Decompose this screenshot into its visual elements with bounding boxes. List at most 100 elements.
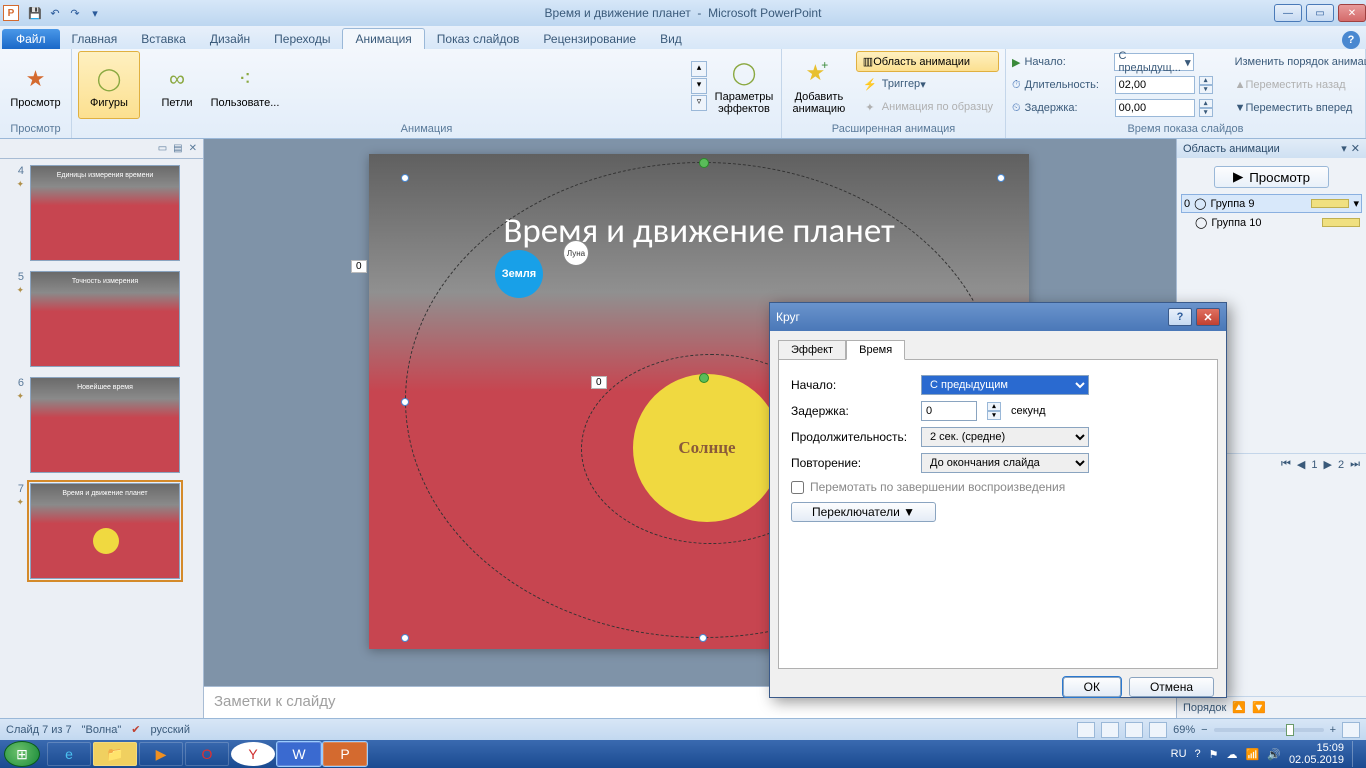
trigger-button[interactable]: ⚡ Триггер ▾ [856, 73, 999, 95]
tray-volume-icon[interactable]: 🔊 [1267, 748, 1281, 761]
zoom-label[interactable]: 69% [1173, 724, 1195, 736]
timeline-bar[interactable] [1311, 199, 1349, 208]
duration-up[interactable]: ▴ [1199, 76, 1213, 85]
nav-first-icon[interactable]: ⏮ [1281, 458, 1291, 471]
tab-view[interactable]: Вид [648, 29, 694, 49]
anim-pane-menu-icon[interactable]: ▾ [1341, 142, 1347, 155]
slide-thumb-4[interactable]: Единицы измерения времени [30, 165, 180, 261]
tab-insert[interactable]: Вставка [129, 29, 198, 49]
nav-next-icon[interactable]: ▶ [1324, 458, 1332, 471]
fit-slide-icon[interactable] [1342, 722, 1360, 738]
anim-pane-play-button[interactable]: ▶ Просмотр [1214, 166, 1329, 188]
nav-last-icon[interactable]: ⏭ [1350, 458, 1360, 471]
delay-up[interactable]: ▴ [1199, 99, 1213, 108]
timeline-bar[interactable] [1322, 218, 1360, 227]
qat-customize-icon[interactable]: ▾ [86, 4, 104, 22]
dlg-delay-down[interactable]: ▾ [987, 411, 1001, 420]
undo-icon[interactable]: ↶ [46, 4, 64, 22]
animation-pane-button[interactable]: ▥ Область анимации [856, 51, 999, 72]
dlg-delay-input[interactable] [921, 401, 977, 421]
tray-network-icon[interactable]: 📶 [1246, 748, 1260, 761]
language-label[interactable]: русский [151, 724, 190, 736]
slideshow-view-icon[interactable] [1149, 722, 1167, 738]
move-down-icon[interactable]: 🔽 [1252, 701, 1266, 714]
selection-handle[interactable] [401, 634, 409, 642]
tray-help-icon[interactable]: ? [1195, 748, 1201, 760]
gallery-more-icon[interactable]: ▿ [691, 95, 707, 111]
task-yandex[interactable]: Y [231, 742, 275, 766]
tab-animation[interactable]: Анимация [342, 28, 424, 49]
timing-duration-input[interactable] [1115, 76, 1195, 94]
zoom-in-icon[interactable]: + [1330, 724, 1336, 736]
effect-shapes[interactable]: ◯ Фигуры [78, 51, 140, 119]
slide-thumb-5[interactable]: Точность измерения [30, 271, 180, 367]
task-ie[interactable]: e [47, 742, 91, 766]
duration-down[interactable]: ▾ [1199, 85, 1213, 94]
sun-shape[interactable]: Солнце [633, 374, 781, 522]
item-menu-icon[interactable]: ▾ [1353, 197, 1359, 210]
slide-thumb-6[interactable]: Новейшее время [30, 377, 180, 473]
earth-shape[interactable]: Земля [495, 250, 543, 298]
start-button[interactable]: ⊞ [4, 741, 40, 767]
task-opera[interactable]: O [185, 742, 229, 766]
anim-item-0[interactable]: 0 ◯ Группа 9 ▾ [1181, 194, 1362, 213]
gallery-up-icon[interactable]: ▴ [691, 61, 707, 77]
dlg-delay-up[interactable]: ▴ [987, 402, 1001, 411]
selection-handle[interactable] [401, 398, 409, 406]
moon-shape[interactable]: Луна [563, 240, 589, 266]
slides-tab-icon[interactable]: ▤ [173, 143, 182, 154]
animation-painter-button[interactable]: ✦ Анимация по образцу [856, 96, 999, 118]
anim-pane-close-icon[interactable]: ✕ [1351, 142, 1360, 155]
save-icon[interactable]: 💾 [26, 4, 44, 22]
dlg-duration-select[interactable]: 2 сек. (средне) [921, 427, 1089, 447]
effect-options-button[interactable]: ◯ Параметры эффектов [713, 51, 775, 119]
slide-thumb-7[interactable]: Время и движение планет [30, 483, 180, 579]
preview-button[interactable]: ★ Просмотр [6, 51, 65, 119]
dialog-cancel-button[interactable]: Отмена [1129, 677, 1214, 697]
selection-handle[interactable] [699, 634, 707, 642]
move-up-icon[interactable]: 🔼 [1232, 701, 1246, 714]
file-tab[interactable]: Файл [2, 29, 60, 49]
tray-lang[interactable]: RU [1171, 748, 1187, 760]
task-word[interactable]: W [277, 742, 321, 766]
effect-custom[interactable]: ⁖ Пользовате... [214, 51, 276, 119]
restore-button[interactable]: ▭ [1306, 4, 1334, 22]
task-powerpoint[interactable]: P [323, 742, 367, 766]
minimize-button[interactable]: — [1274, 4, 1302, 22]
dialog-tab-timing[interactable]: Время [846, 340, 905, 360]
tab-home[interactable]: Главная [60, 29, 130, 49]
path-arrow-icon[interactable] [699, 373, 709, 383]
timing-start-combo[interactable]: С предыдущ...▾ [1114, 53, 1194, 71]
zoom-slider[interactable] [1214, 728, 1324, 732]
dialog-titlebar[interactable]: Круг ? ✕ [770, 303, 1226, 331]
zoom-out-icon[interactable]: − [1201, 724, 1207, 736]
dialog-help-button[interactable]: ? [1168, 308, 1192, 326]
anim-item-1[interactable]: ◯ Группа 10 [1181, 213, 1362, 232]
move-earlier-button[interactable]: ▲ Переместить назад [1229, 74, 1366, 96]
task-wmp[interactable]: ▶ [139, 742, 183, 766]
dlg-triggers-button[interactable]: Переключатели ▼ [791, 502, 936, 522]
tray-cloud-icon[interactable]: ☁ [1227, 748, 1238, 761]
outline-tab-icon[interactable]: ▭ [158, 143, 167, 154]
anim-tag[interactable]: 0 [351, 260, 367, 273]
redo-icon[interactable]: ↷ [66, 4, 84, 22]
sorter-view-icon[interactable] [1101, 722, 1119, 738]
selection-handle[interactable] [401, 174, 409, 182]
selection-handle[interactable] [997, 174, 1005, 182]
dlg-repeat-select[interactable]: До окончания слайда [921, 453, 1089, 473]
normal-view-icon[interactable] [1077, 722, 1095, 738]
timing-delay-input[interactable] [1115, 99, 1195, 117]
dialog-close-button[interactable]: ✕ [1196, 308, 1220, 326]
spellcheck-icon[interactable]: ✔ [131, 723, 140, 736]
show-desktop[interactable] [1352, 741, 1362, 767]
dlg-rewind-checkbox[interactable] [791, 481, 804, 494]
delay-down[interactable]: ▾ [1199, 108, 1213, 117]
dialog-tab-effect[interactable]: Эффект [778, 340, 846, 360]
task-explorer[interactable]: 📁 [93, 742, 137, 766]
move-later-button[interactable]: ▼ Переместить вперед [1229, 97, 1366, 119]
dlg-start-select[interactable]: С предыдущим [921, 375, 1089, 395]
tray-flag-icon[interactable]: ⚑ [1209, 748, 1219, 761]
help-icon[interactable]: ? [1342, 31, 1360, 49]
reading-view-icon[interactable] [1125, 722, 1143, 738]
effect-loops[interactable]: ∞ Петли [146, 51, 208, 119]
